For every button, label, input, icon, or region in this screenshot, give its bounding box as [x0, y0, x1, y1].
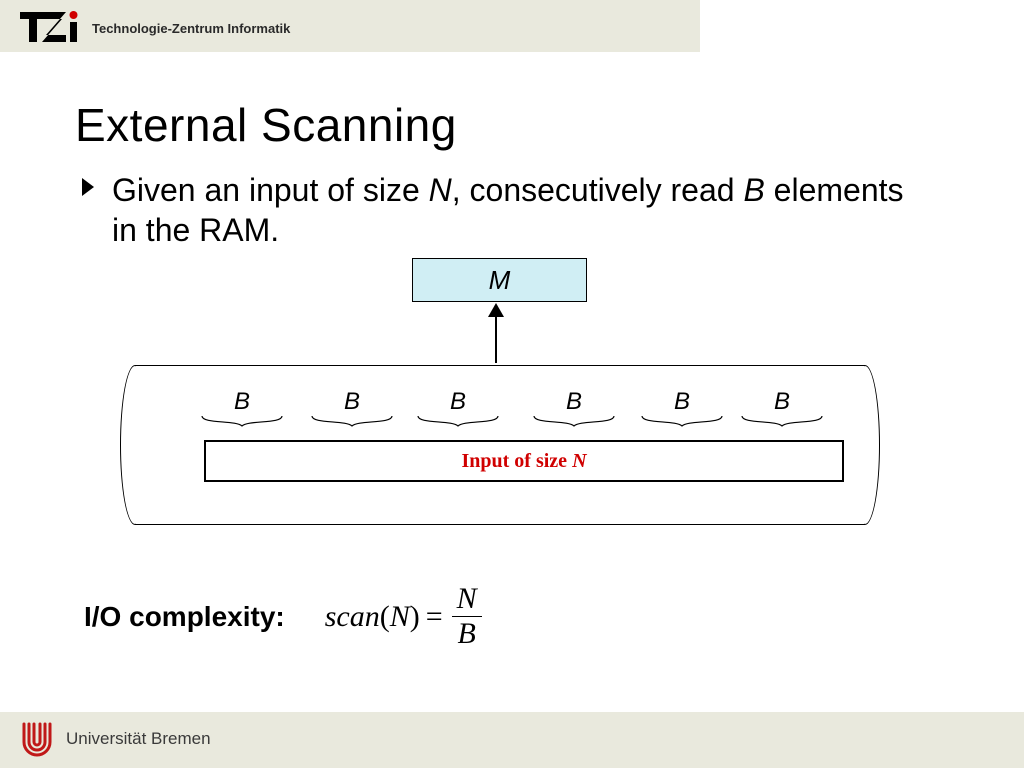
- bullet-item: Given an input of size N, consecutively …: [84, 170, 924, 250]
- b-item: B: [740, 388, 824, 428]
- b-label: B: [532, 388, 616, 416]
- b-item: B: [640, 388, 724, 428]
- b-label: B: [740, 388, 824, 416]
- slide-page: Technologie-Zentrum Informatik External …: [0, 0, 1024, 768]
- b-item: B: [310, 388, 394, 428]
- input-label-var: N: [572, 450, 586, 472]
- complexity-row: I/O complexity: scan(N)= N B: [84, 584, 483, 649]
- tzi-logo-icon: [20, 10, 84, 46]
- input-bar: Input of size N: [204, 440, 844, 482]
- b-item: B: [416, 388, 500, 428]
- bullet-text: Given an input of size N, consecutively …: [112, 170, 924, 250]
- uni-logo-icon: [18, 720, 56, 758]
- complexity-formula: scan(N)= N B: [325, 584, 483, 649]
- brace-icon: [416, 414, 500, 428]
- paren-close: ): [410, 600, 420, 634]
- complexity-label: I/O complexity:: [84, 601, 285, 633]
- bullet-seg-2: , consecutively read: [452, 172, 744, 208]
- uni-logo: Universität Bremen: [18, 720, 211, 758]
- brace-icon: [310, 414, 394, 428]
- input-label-prefix: Input of size: [461, 450, 572, 472]
- fraction-denominator: B: [452, 616, 482, 649]
- fraction-numerator: N: [451, 584, 483, 616]
- b-label: B: [310, 388, 394, 416]
- input-bar-text: Input of size N: [461, 450, 586, 472]
- ram-box: M: [412, 258, 587, 302]
- bullet-var-B: B: [743, 172, 764, 208]
- b-labels-row: B B B B B B: [200, 388, 840, 438]
- slide-title: External Scanning: [75, 98, 457, 152]
- equals-sign: =: [426, 600, 443, 634]
- paren-open: (: [380, 600, 390, 634]
- b-item: B: [532, 388, 616, 428]
- brace-icon: [640, 414, 724, 428]
- bullet-var-N: N: [429, 172, 452, 208]
- b-label: B: [200, 388, 284, 416]
- formula-arg: N: [390, 600, 410, 634]
- bullet-seg-1: Given an input of size: [112, 172, 429, 208]
- b-item: B: [200, 388, 284, 428]
- b-label: B: [416, 388, 500, 416]
- fraction: N B: [451, 584, 483, 649]
- b-label: B: [640, 388, 724, 416]
- arrow-up-icon: [495, 305, 497, 363]
- tzi-logo: Technologie-Zentrum Informatik: [20, 10, 290, 46]
- bullet-arrow-icon: [82, 178, 94, 196]
- header-org-text: Technologie-Zentrum Informatik: [92, 21, 290, 36]
- brace-icon: [532, 414, 616, 428]
- brace-icon: [200, 414, 284, 428]
- uni-text: Universität Bremen: [66, 729, 211, 749]
- formula-fn: scan: [325, 600, 380, 634]
- brace-icon: [740, 414, 824, 428]
